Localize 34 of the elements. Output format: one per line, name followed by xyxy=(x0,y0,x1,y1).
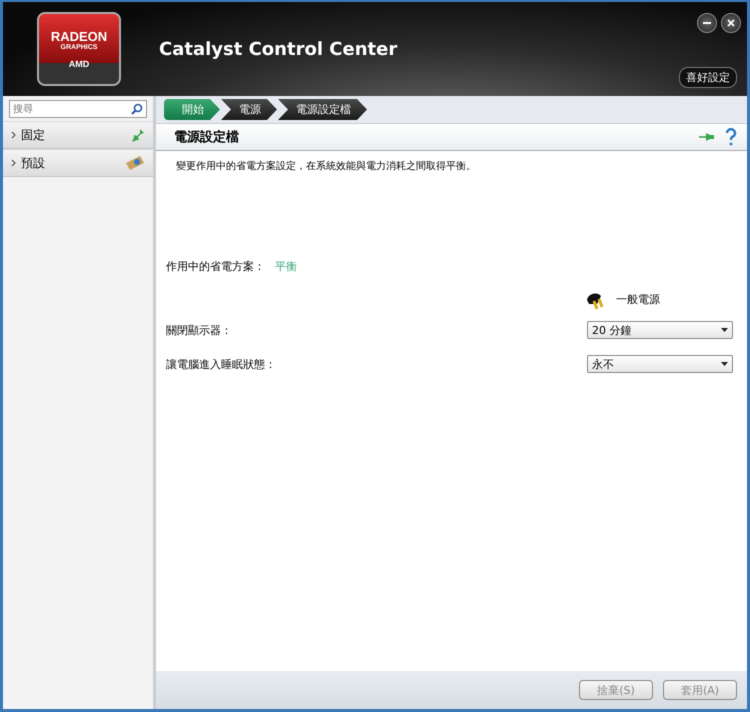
app-title: Catalyst Control Center xyxy=(159,38,398,60)
pushpin-icon xyxy=(131,128,145,142)
active-plan-label: 作用中的省電方案： xyxy=(166,259,265,274)
close-icon xyxy=(727,19,735,27)
sidebar-label: 固定 xyxy=(21,126,46,144)
preferences-button[interactable]: 喜好設定 xyxy=(679,67,737,88)
dropdown[interactable]: 20 分鐘 xyxy=(587,321,733,339)
dropdown[interactable]: 永不 xyxy=(587,355,733,373)
breadcrumb-item[interactable]: 開始 xyxy=(164,99,220,120)
minus-icon xyxy=(703,22,711,24)
active-plan-value: 平衡 xyxy=(275,259,297,274)
minimize-button[interactable] xyxy=(697,13,717,33)
sidebar-label: 預設 xyxy=(21,154,46,172)
breadcrumb-item[interactable]: 電源 xyxy=(221,99,277,120)
help-icon[interactable] xyxy=(725,128,737,146)
logo-text: RADEON xyxy=(50,29,108,44)
logo-brand: AMD xyxy=(68,59,90,69)
search-field[interactable]: 搜尋 xyxy=(9,100,147,118)
caret-icon xyxy=(721,362,728,366)
description-text: 變更作用中的省電方案設定，在系統效能與電力消耗之間取得平衡。 xyxy=(176,160,477,173)
chevron-right-icon xyxy=(11,159,17,167)
caret-icon xyxy=(721,328,728,332)
breadcrumb-item[interactable]: 電源設定檔 xyxy=(278,99,367,120)
setting-label: 關閉顯示器： xyxy=(166,322,232,338)
power-source-label: 一般電源 xyxy=(616,292,660,306)
page-title: 電源設定檔 xyxy=(174,128,240,146)
sidebar-item[interactable]: 預設 xyxy=(3,149,153,177)
close-button[interactable] xyxy=(721,13,741,33)
sidebar-item[interactable]: 固定 xyxy=(3,121,153,149)
setting-label: 讓電腦進入睡眠狀態： xyxy=(166,356,276,372)
card-icon xyxy=(125,155,145,171)
search-icon[interactable] xyxy=(131,103,143,115)
pushpin-icon[interactable] xyxy=(699,131,717,143)
chevron-right-icon xyxy=(11,131,17,139)
